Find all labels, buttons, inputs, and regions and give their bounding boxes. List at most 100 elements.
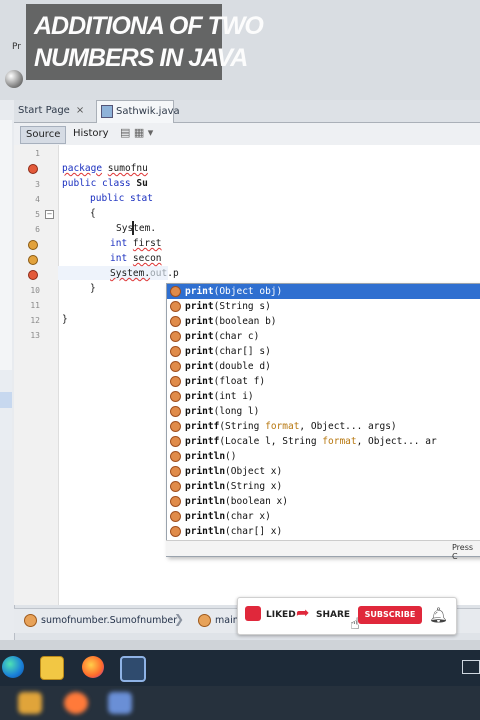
navigator-pane (0, 370, 12, 450)
method-icon (170, 421, 181, 432)
method-params: (float f) (213, 376, 266, 387)
method-params: (char x) (225, 511, 271, 522)
method-icon (170, 391, 181, 402)
method-name: printf (185, 421, 220, 432)
autocomplete-item[interactable]: print(boolean b) (170, 314, 480, 329)
firefox-icon[interactable] (82, 656, 104, 678)
close-icon[interactable]: × (76, 105, 84, 116)
method-params: format (322, 436, 357, 447)
method-name: print (185, 286, 214, 297)
chevron-right-icon: ❯ (174, 612, 185, 626)
method-params: , Object... args) (299, 421, 397, 432)
liked-label[interactable]: LIKED (266, 610, 296, 620)
globe-icon[interactable] (5, 70, 23, 88)
code-line-5: { (90, 208, 96, 219)
method-icon (170, 496, 181, 507)
blurred-app-icon (64, 692, 88, 714)
method-icon (170, 481, 181, 492)
method-params: (char[] x) (225, 526, 283, 537)
breadcrumb-class[interactable]: sumofnumber.Sumofnumber (24, 614, 177, 627)
method-icon (170, 451, 181, 462)
code-line-4: public stat (90, 193, 153, 204)
line-number: 10 (30, 286, 40, 295)
method-name: print (185, 346, 214, 357)
thumbs-up-icon[interactable] (245, 606, 261, 621)
method-name: println (185, 481, 226, 492)
tab-label: Start Page (18, 105, 70, 116)
autocomplete-item[interactable]: println(boolean x) (170, 494, 480, 509)
autocomplete-item[interactable]: print(char c) (170, 329, 480, 344)
method-icon (170, 406, 181, 417)
method-params: (boolean x) (225, 496, 288, 507)
warning-icon[interactable] (28, 255, 38, 265)
bell-icon[interactable]: 🔔︎ (429, 606, 448, 624)
method-icon (170, 526, 181, 537)
method-name: println (185, 496, 226, 507)
code-line-10: } (90, 283, 96, 294)
code-line-7: int first (110, 238, 162, 249)
method-icon (198, 614, 211, 627)
warning-icon[interactable] (28, 240, 38, 250)
autocomplete-item[interactable]: print(float f) (170, 374, 480, 389)
subscribe-button[interactable]: SUBSCRIBE (358, 606, 422, 624)
code-line-3: public class Su (62, 178, 148, 189)
autocomplete-item[interactable]: print(long l) (170, 404, 480, 419)
editor-toolbar-icons[interactable]: ▤ ▦ ▾ (120, 126, 153, 139)
method-name: printf (185, 436, 220, 447)
line-number: 12 (30, 316, 40, 325)
autocomplete-item[interactable]: println(String x) (170, 479, 480, 494)
method-icon (170, 286, 181, 297)
autocomplete-item[interactable]: print(double d) (170, 359, 480, 374)
autocomplete-item[interactable]: printf(String format, Object... args) (170, 419, 480, 434)
method-icon (170, 436, 181, 447)
method-params: (Object x) (225, 466, 283, 477)
autocomplete-item[interactable]: print(int i) (170, 389, 480, 404)
history-button[interactable]: History (68, 126, 114, 142)
autocomplete-item[interactable]: println(Object x) (170, 464, 480, 479)
tab-start-page[interactable]: Start Page × (18, 100, 94, 122)
autocomplete-item[interactable]: print(Object obj) (167, 284, 480, 299)
method-icon (170, 361, 181, 372)
method-params: (String x) (225, 481, 283, 492)
method-name: print (185, 376, 214, 387)
autocomplete-item[interactable]: println() (170, 449, 480, 464)
error-icon[interactable] (28, 270, 38, 280)
fold-toggle-icon[interactable]: − (45, 210, 54, 219)
autocomplete-item[interactable]: print(String s) (170, 299, 480, 314)
method-params: (char c) (213, 331, 260, 342)
projects-tree-pane (0, 120, 12, 371)
autocomplete-item[interactable]: print(char[] s) (170, 344, 480, 359)
desktop-strip (0, 640, 480, 650)
autocomplete-item[interactable]: printf(Locale l, String format, Object..… (170, 434, 480, 449)
method-icon (170, 316, 181, 327)
method-params: (double d) (213, 361, 271, 372)
blurred-app-icon (108, 692, 132, 714)
share-arrow-icon[interactable]: ➦ (296, 605, 312, 621)
line-number: 13 (30, 331, 40, 340)
menu-label-partial[interactable]: Pr (12, 42, 21, 52)
method-name: print (185, 331, 214, 342)
breadcrumb-method[interactable]: main (198, 614, 239, 627)
line-number: 6 (35, 225, 40, 234)
ide-app-icon[interactable] (120, 656, 146, 682)
method-icon (170, 331, 181, 342)
edge-browser-icon[interactable] (2, 656, 24, 678)
autocomplete-item[interactable]: println(char[] x) (170, 524, 480, 539)
navigator-selected-row[interactable] (0, 392, 12, 408)
show-desktop-icon[interactable] (462, 660, 480, 674)
error-icon[interactable] (28, 164, 38, 174)
file-explorer-icon[interactable] (40, 656, 64, 680)
method-name: println (185, 511, 226, 522)
share-label[interactable]: SHARE (316, 610, 350, 620)
text-cursor-icon (132, 221, 134, 235)
tab-java-file[interactable]: Sathwik.java (96, 100, 180, 123)
autocomplete-item[interactable]: println(char x) (170, 509, 480, 524)
line-number: 5 (35, 210, 40, 219)
windows-taskbar (0, 650, 480, 686)
code-line-9: System.out.p (110, 268, 179, 279)
autocomplete-hint: Press C (452, 543, 474, 561)
line-number: 1 (35, 149, 40, 158)
method-icon (170, 301, 181, 312)
source-button[interactable]: Source (20, 126, 67, 144)
video-title-overlay: ADDITIONA OF TWO NUMBERS IN JAVA (26, 4, 264, 80)
